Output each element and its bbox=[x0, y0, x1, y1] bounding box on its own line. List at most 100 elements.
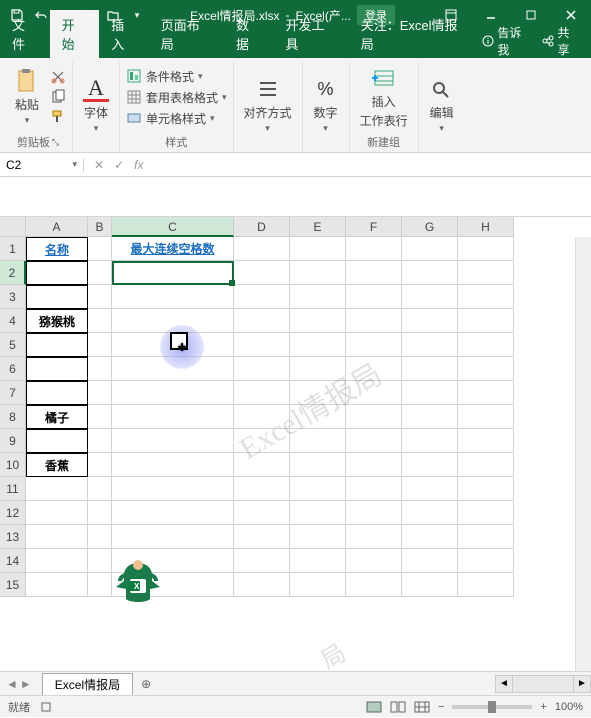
cell[interactable] bbox=[88, 285, 112, 309]
cell[interactable] bbox=[290, 309, 346, 333]
column-header[interactable]: F bbox=[346, 217, 402, 237]
cell[interactable] bbox=[290, 549, 346, 573]
tab-dev[interactable]: 开发工具 bbox=[274, 10, 349, 58]
cell[interactable] bbox=[458, 285, 514, 309]
insert-row-button[interactable]: 插入 工作表行 bbox=[356, 63, 412, 131]
cell[interactable] bbox=[290, 573, 346, 597]
cell[interactable] bbox=[112, 453, 234, 477]
row-header[interactable]: 7 bbox=[0, 381, 26, 405]
column-header[interactable]: D bbox=[234, 217, 290, 237]
cell[interactable] bbox=[26, 501, 88, 525]
embedded-logo-image[interactable]: X bbox=[108, 553, 168, 613]
cell[interactable] bbox=[290, 405, 346, 429]
copy-icon[interactable] bbox=[50, 89, 66, 105]
cell[interactable] bbox=[402, 525, 458, 549]
column-header[interactable]: A bbox=[26, 217, 88, 237]
cell[interactable]: 猕猴桃 bbox=[26, 309, 88, 333]
sheet-tab[interactable]: Excel情报局 bbox=[42, 673, 133, 695]
row-header[interactable]: 1 bbox=[0, 237, 26, 261]
column-header[interactable]: B bbox=[88, 217, 112, 237]
tab-layout[interactable]: 页面布局 bbox=[149, 10, 224, 58]
cut-icon[interactable] bbox=[50, 69, 66, 85]
cell[interactable] bbox=[290, 477, 346, 501]
view-pagelayout-icon[interactable] bbox=[390, 701, 406, 713]
cell[interactable] bbox=[234, 237, 290, 261]
cell[interactable] bbox=[290, 381, 346, 405]
redo-icon[interactable] bbox=[78, 4, 100, 26]
accept-formula-icon[interactable]: ✓ bbox=[114, 158, 124, 172]
align-button[interactable]: 对齐方式▾ bbox=[240, 74, 296, 136]
cell[interactable] bbox=[112, 285, 234, 309]
edit-button[interactable]: 编辑▾ bbox=[425, 74, 459, 136]
cell[interactable]: 橘子 bbox=[26, 405, 88, 429]
cell[interactable] bbox=[234, 381, 290, 405]
cell[interactable] bbox=[112, 405, 234, 429]
cell[interactable] bbox=[234, 261, 290, 285]
cell[interactable] bbox=[402, 573, 458, 597]
cell[interactable]: 名称 bbox=[26, 237, 88, 261]
row-header[interactable]: 11 bbox=[0, 477, 26, 501]
cells-grid[interactable]: 名称最大连续空格数猕猴桃橘子香蕉 bbox=[26, 237, 514, 597]
cell[interactable] bbox=[26, 525, 88, 549]
cell[interactable] bbox=[26, 261, 88, 285]
cell[interactable] bbox=[402, 429, 458, 453]
cell[interactable] bbox=[346, 501, 402, 525]
cell[interactable] bbox=[346, 405, 402, 429]
cell[interactable] bbox=[88, 333, 112, 357]
cell[interactable] bbox=[458, 549, 514, 573]
cell[interactable] bbox=[88, 453, 112, 477]
cell[interactable] bbox=[402, 549, 458, 573]
cell[interactable] bbox=[234, 405, 290, 429]
cell[interactable] bbox=[88, 429, 112, 453]
column-header[interactable]: C bbox=[112, 217, 234, 237]
vertical-scrollbar[interactable] bbox=[575, 237, 591, 671]
cell[interactable] bbox=[26, 357, 88, 381]
cell[interactable] bbox=[234, 429, 290, 453]
cell[interactable] bbox=[234, 501, 290, 525]
cell[interactable] bbox=[290, 285, 346, 309]
cell[interactable] bbox=[402, 381, 458, 405]
share-button[interactable]: 共享 bbox=[541, 24, 581, 58]
cell[interactable] bbox=[112, 429, 234, 453]
select-all-button[interactable] bbox=[0, 217, 26, 237]
cell[interactable] bbox=[112, 525, 234, 549]
cell[interactable] bbox=[26, 429, 88, 453]
tab-follow[interactable]: 关注：Excel情报局 bbox=[349, 10, 481, 58]
cell[interactable] bbox=[458, 309, 514, 333]
cell[interactable] bbox=[234, 285, 290, 309]
cell[interactable] bbox=[402, 405, 458, 429]
number-button[interactable]: % 数字▾ bbox=[309, 74, 343, 136]
cell[interactable] bbox=[234, 525, 290, 549]
cell[interactable] bbox=[290, 261, 346, 285]
add-sheet-button[interactable]: ⊕ bbox=[133, 677, 159, 691]
table-format-button[interactable]: 套用表格格式 ▾ bbox=[126, 89, 227, 106]
cell[interactable] bbox=[88, 501, 112, 525]
cell[interactable] bbox=[290, 333, 346, 357]
cell[interactable] bbox=[88, 309, 112, 333]
row-header[interactable]: 14 bbox=[0, 549, 26, 573]
cell[interactable] bbox=[402, 477, 458, 501]
cell[interactable] bbox=[234, 549, 290, 573]
cell[interactable] bbox=[234, 477, 290, 501]
cell[interactable] bbox=[402, 237, 458, 261]
chevron-down-icon[interactable]: ▾ bbox=[72, 159, 77, 170]
cell[interactable] bbox=[458, 501, 514, 525]
tab-insert[interactable]: 插入 bbox=[99, 10, 149, 58]
cell[interactable] bbox=[346, 357, 402, 381]
row-header[interactable]: 4 bbox=[0, 309, 26, 333]
row-header[interactable]: 6 bbox=[0, 357, 26, 381]
row-header[interactable]: 12 bbox=[0, 501, 26, 525]
cell[interactable] bbox=[346, 429, 402, 453]
cell[interactable] bbox=[290, 237, 346, 261]
tab-data[interactable]: 数据 bbox=[224, 10, 274, 58]
cell[interactable] bbox=[234, 453, 290, 477]
cell[interactable] bbox=[346, 261, 402, 285]
cell[interactable] bbox=[26, 573, 88, 597]
cell[interactable] bbox=[290, 429, 346, 453]
cell[interactable] bbox=[458, 237, 514, 261]
cell[interactable] bbox=[234, 573, 290, 597]
cell[interactable] bbox=[234, 357, 290, 381]
cell[interactable] bbox=[112, 501, 234, 525]
column-header[interactable]: G bbox=[402, 217, 458, 237]
view-normal-icon[interactable] bbox=[366, 701, 382, 713]
